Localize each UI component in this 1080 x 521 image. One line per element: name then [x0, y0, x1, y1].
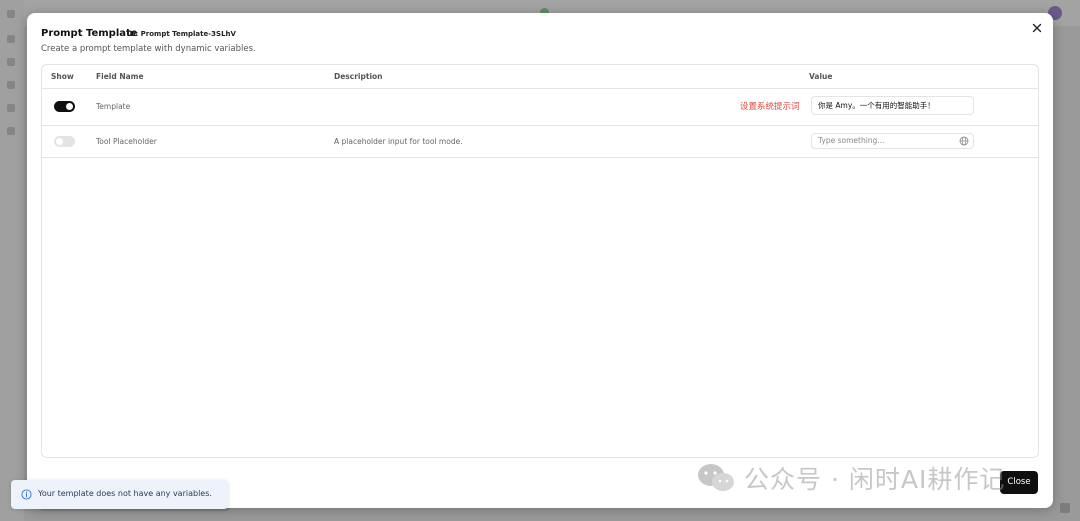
- background-corner-icon: [1060, 503, 1070, 513]
- close-button[interactable]: Close: [1000, 471, 1038, 494]
- header-description: Description: [334, 72, 383, 81]
- info-icon: [21, 489, 32, 500]
- toast-message: Your template does not have any variable…: [38, 489, 212, 498]
- description-tool-placeholder: A placeholder input for tool mode.: [334, 137, 463, 146]
- table-row-tool-placeholder: Tool Placeholder A placeholder input for…: [42, 126, 1038, 158]
- table-row-template: Template 设置系统提示词 你是 Amy。一个有用的智能助手！: [42, 88, 1038, 126]
- close-icon[interactable]: [1029, 20, 1045, 36]
- header-show: Show: [51, 72, 74, 81]
- background-sidebar-icon: [7, 35, 15, 43]
- background-sidebar-icon: [7, 81, 15, 89]
- background-sidebar-icon: [7, 10, 15, 18]
- toggle-knob: [56, 138, 63, 145]
- tool-placeholder-text: Type something...: [818, 136, 885, 145]
- background-sidebar-icon: [7, 58, 15, 66]
- template-annotation: 设置系统提示词: [740, 102, 800, 112]
- prompt-template-modal: Prompt Template ID: Prompt Template-3SLh…: [27, 13, 1053, 508]
- background-sidebar: [0, 0, 24, 521]
- field-name-template: Template: [96, 102, 131, 111]
- table-header: Show Field Name Description Value: [42, 65, 1038, 89]
- header-field-name: Field Name: [96, 72, 144, 81]
- show-toggle-tool-placeholder[interactable]: [54, 136, 75, 147]
- background-sidebar-icon: [7, 104, 15, 112]
- show-toggle-template[interactable]: [54, 101, 75, 112]
- globe-icon[interactable]: [959, 136, 969, 146]
- modal-subtitle: Create a prompt template with dynamic va…: [41, 44, 256, 54]
- toast-notification: Your template does not have any variable…: [11, 480, 228, 509]
- tool-placeholder-input[interactable]: Type something...: [811, 133, 974, 149]
- template-value-input[interactable]: 你是 Amy。一个有用的智能助手！: [811, 96, 974, 115]
- field-name-tool-placeholder: Tool Placeholder: [96, 137, 157, 146]
- modal-title: Prompt Template: [41, 28, 138, 39]
- fields-table: Show Field Name Description Value Templa…: [41, 64, 1039, 458]
- header-value: Value: [809, 72, 833, 81]
- toggle-knob: [66, 103, 73, 110]
- background-sidebar-icon: [7, 127, 15, 135]
- modal-id-label: ID: Prompt Template-3SLhV: [127, 30, 236, 38]
